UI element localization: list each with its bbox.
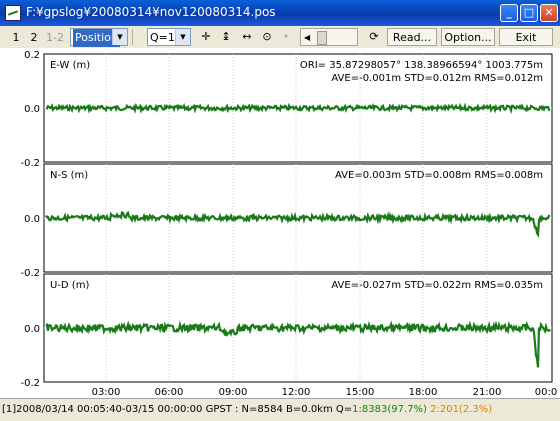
read-button[interactable]: Read... — [387, 28, 437, 46]
scroll-left-icon[interactable]: ◀ — [304, 29, 310, 47]
chevron-down-icon: ▼ — [112, 29, 127, 45]
position-plot[interactable]: E-W (m) N-S (m) U-D (m) ORI= 35.87298057… — [0, 48, 560, 398]
x-tick-label: 18:00 — [409, 387, 438, 398]
center-origin-icon[interactable]: ⊙ — [259, 28, 275, 46]
ew-stats: AVE=-0.001m STD=0.012m RMS=0.012m — [331, 73, 543, 84]
origin-text: ORI= 35.87298057° 138.38966594° 1003.775… — [300, 60, 543, 71]
plot-2-button[interactable]: 2 — [26, 28, 42, 46]
y-tick-label: -0.2 — [20, 268, 40, 279]
y-tick-label: 0.0 — [24, 214, 40, 225]
minimize-icon: _ — [506, 6, 512, 19]
option-button[interactable]: Option... — [441, 28, 495, 46]
dot-icon[interactable]: • — [279, 28, 293, 46]
scroll-thumb[interactable] — [317, 31, 327, 45]
ns-stats: AVE=0.003m STD=0.008m RMS=0.008m — [335, 170, 543, 181]
chevron-down-icon: ▼ — [175, 29, 190, 45]
maximize-button[interactable]: □ — [520, 4, 538, 22]
status-bar: [1]2008/03/14 00:05:40-03/15 00:00:00 GP… — [0, 398, 560, 421]
series-lines — [45, 102, 551, 368]
close-icon: ✕ — [544, 6, 554, 19]
vertical-fit-icon[interactable]: ↨ — [218, 28, 234, 46]
x-tick-label: 21:00 — [473, 387, 502, 398]
plot-12-button[interactable]: 1-2 — [44, 28, 66, 46]
ew-label: E-W (m) — [50, 60, 90, 71]
app-icon — [5, 5, 21, 21]
status-prefix: [1]2008/03/14 00:05:40-03/15 00:00:00 GP… — [2, 404, 353, 415]
x-tick-label: 00:0 — [535, 387, 557, 398]
window-title: F:¥gpslog¥20080314¥nov120080314.pos — [26, 5, 276, 19]
x-tick-label: 03:00 — [92, 387, 121, 398]
plot-area[interactable]: E-W (m) N-S (m) U-D (m) ORI= 35.87298057… — [0, 48, 560, 398]
crosshair-icon[interactable]: ✛ — [198, 28, 214, 46]
title-bar: F:¥gpslog¥20080314¥nov120080314.pos _ □ … — [0, 0, 560, 26]
x-tick-label: 12:00 — [282, 387, 311, 398]
separator — [132, 29, 133, 45]
time-scrollbar[interactable]: ◀ — [300, 28, 358, 46]
toolbar: 1 2 1-2 Position ▼ Q=1 ▼ ✛ ↨ ↔ ⊙ • ◀ ⟳ R… — [0, 26, 560, 49]
ew-series-line — [45, 102, 551, 115]
ns-series-line — [45, 210, 551, 238]
ud-label: U-D (m) — [50, 280, 89, 291]
y-tick-label: 0.0 — [24, 104, 40, 115]
plot-type-select[interactable]: Position ▼ — [70, 28, 128, 47]
exit-button[interactable]: Exit — [499, 28, 553, 46]
ud-stats: AVE=-0.027m STD=0.022m RMS=0.035m — [331, 280, 543, 291]
y-tick-label: -0.2 — [20, 378, 40, 389]
maximize-icon: □ — [523, 6, 535, 19]
reload-icon[interactable]: ⟳ — [366, 28, 382, 46]
quality-select[interactable]: Q=1 ▼ — [147, 28, 191, 46]
horizontal-fit-icon[interactable]: ↔ — [238, 28, 256, 46]
status-text: [1]2008/03/14 00:05:40-03/15 00:00:00 GP… — [2, 400, 492, 420]
x-tick-label: 06:00 — [155, 387, 184, 398]
ud-series-line — [45, 320, 551, 368]
plot-1-button[interactable]: 1 — [8, 28, 24, 46]
x-tick-label: 15:00 — [346, 387, 375, 398]
minimize-button[interactable]: _ — [500, 4, 518, 22]
y-tick-label: 0.0 — [24, 324, 40, 335]
status-q1: 1:8383(97.7%) — [352, 404, 427, 415]
x-tick-label: 09:00 — [219, 387, 248, 398]
y-tick-label: -0.2 — [20, 158, 40, 169]
y-tick-label: 0.2 — [24, 50, 40, 61]
status-q2: 2:201(2.3%) — [430, 404, 493, 415]
close-button[interactable]: ✕ — [540, 4, 558, 22]
quality-value: Q=1 — [150, 31, 175, 44]
ns-label: N-S (m) — [50, 170, 88, 181]
